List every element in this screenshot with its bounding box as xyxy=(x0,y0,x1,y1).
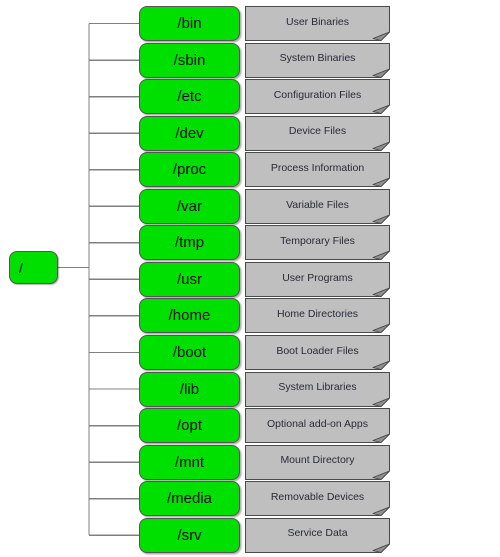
node-row: /boot Boot Loader Files xyxy=(0,334,500,370)
description-note-label: Temporary Files xyxy=(280,235,355,248)
directory-node-label: /home xyxy=(168,307,211,325)
node-row: /dev Device Files xyxy=(0,115,500,151)
node-row: /tmp Temporary Files xyxy=(0,225,500,261)
directory-node-usr[interactable]: /usr xyxy=(139,261,240,297)
description-note-label: Variable Files xyxy=(286,198,349,211)
description-note-label: Optional add-on Apps xyxy=(267,417,368,430)
node-row: /lib System Libraries xyxy=(0,371,500,407)
directory-node-proc[interactable]: /proc xyxy=(139,152,240,188)
directory-node-label: /var xyxy=(176,197,202,215)
directory-node-var[interactable]: /var xyxy=(139,188,240,224)
directory-node-media[interactable]: /media xyxy=(139,481,240,517)
description-note-label: System Binaries xyxy=(279,52,356,65)
description-note-var: Variable Files xyxy=(245,188,390,224)
description-note-label: Removable Devices xyxy=(270,490,365,503)
node-row: /usr User Programs xyxy=(0,261,500,297)
directory-node-label: /opt xyxy=(176,417,203,435)
node-row: /home Home Directories xyxy=(0,298,500,334)
directory-node-lib[interactable]: /lib xyxy=(139,371,240,407)
directory-node-sbin[interactable]: /sbin xyxy=(139,42,240,78)
description-note-label: Service Data xyxy=(287,527,348,540)
description-note-label: Boot Loader Files xyxy=(276,344,359,357)
description-note-lib: System Libraries xyxy=(245,371,390,407)
node-row: /proc Process Information xyxy=(0,152,500,188)
description-note-label: Mount Directory xyxy=(280,454,355,467)
directory-node-label: /sbin xyxy=(173,51,206,69)
directory-node-label: /mnt xyxy=(174,453,205,471)
description-note-srv: Service Data xyxy=(245,517,390,553)
directory-node-label: /dev xyxy=(175,124,204,142)
description-note-label: User Binaries xyxy=(285,15,350,28)
directory-node-label: /etc xyxy=(177,88,202,106)
description-note-home: Home Directories xyxy=(245,298,390,334)
directory-node-label: /bin xyxy=(177,15,202,32)
description-note-sbin: System Binaries xyxy=(245,42,390,78)
directory-node-bin[interactable]: /bin xyxy=(139,6,240,41)
node-row: /etc Configuration Files xyxy=(0,79,500,115)
node-row: /sbin System Binaries xyxy=(0,42,500,78)
description-note-proc: Process Information xyxy=(245,152,390,188)
directory-node-label: /tmp xyxy=(174,234,205,252)
description-note-label: System Libraries xyxy=(278,381,357,394)
description-note-mnt: Mount Directory xyxy=(245,444,390,480)
description-note-label: Configuration Files xyxy=(273,88,362,101)
description-note-dev: Device Files xyxy=(245,115,390,151)
description-note-label: User Programs xyxy=(282,271,353,284)
node-row: /opt Optional add-on Apps xyxy=(0,408,500,444)
node-row: /srv Service Data xyxy=(0,517,500,553)
directory-node-tmp[interactable]: /tmp xyxy=(139,225,240,261)
directory-node-opt[interactable]: /opt xyxy=(139,408,240,444)
directory-node-label: /usr xyxy=(176,270,202,288)
filesystem-hierarchy-diagram: / /bin User Binaries/sbin System Binaries /… xyxy=(0,0,500,557)
node-row: /var Variable Files xyxy=(0,188,500,224)
description-note-boot: Boot Loader Files xyxy=(245,334,390,370)
directory-node-label: /srv xyxy=(177,526,202,544)
description-note-opt: Optional add-on Apps xyxy=(245,408,390,444)
directory-node-etc[interactable]: /etc xyxy=(139,79,240,115)
description-note-etc: Configuration Files xyxy=(245,79,390,115)
node-row: /bin User Binaries xyxy=(0,6,500,41)
description-note-bin: User Binaries xyxy=(245,6,390,41)
description-note-tmp: Temporary Files xyxy=(245,225,390,261)
directory-node-home[interactable]: /home xyxy=(139,298,240,334)
description-note-usr: User Programs xyxy=(245,261,390,297)
directory-node-label: /lib xyxy=(179,380,200,398)
directory-node-label: /media xyxy=(166,490,213,508)
description-note-label: Process Information xyxy=(270,161,365,174)
node-row: /media Removable Devices xyxy=(0,481,500,517)
directory-node-label: /boot xyxy=(172,343,207,361)
description-note-media: Removable Devices xyxy=(245,481,390,517)
directory-node-boot[interactable]: /boot xyxy=(139,334,240,370)
description-note-label: Home Directories xyxy=(276,308,359,321)
directory-node-srv[interactable]: /srv xyxy=(139,517,240,553)
description-note-label: Device Files xyxy=(288,125,347,138)
directory-node-label: /proc xyxy=(172,161,207,179)
directory-node-dev[interactable]: /dev xyxy=(139,115,240,151)
node-row: /mnt Mount Directory xyxy=(0,444,500,480)
directory-node-mnt[interactable]: /mnt xyxy=(139,444,240,480)
